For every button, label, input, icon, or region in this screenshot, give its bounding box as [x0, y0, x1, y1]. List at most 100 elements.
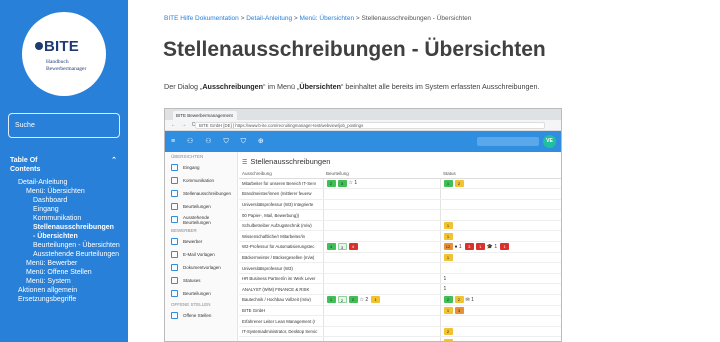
browser-tab: BITE Bewerbermanagement: [173, 111, 237, 120]
app-menu-icon: [171, 251, 178, 258]
rating-badge: 2: [337, 296, 347, 304]
col-header: Ausschreibung: [239, 170, 323, 179]
status-cell: [440, 188, 561, 200]
table-row[interactable]: ANALYST (W/M) FINANCE & RISK 1: [239, 283, 561, 296]
sidebar-item[interactable]: Beurteilungen - Übersichten: [0, 241, 128, 250]
sidebar-item[interactable]: Ersetzungsbegriffe: [0, 295, 128, 304]
app-sidebar-item-label: Beurteilungen: [183, 204, 211, 209]
app-search-box: [477, 137, 539, 146]
app-sidebar-item[interactable]: Kommunikation: [165, 174, 237, 187]
status-cell: 2 2 ✉ 1: [440, 294, 561, 306]
breadcrumb-home[interactable]: BITE Hilfe Dokumentation: [164, 15, 239, 22]
status-badge: ● 1: [454, 243, 462, 250]
app-sidebar-item[interactable]: Beurteilungen: [165, 287, 237, 300]
status-badge: 2: [443, 296, 453, 304]
sidebar-item[interactable]: Kommunikation: [0, 214, 128, 223]
status-cell: 1: [440, 336, 561, 341]
posting-name: HR Business Partner/in im Werk Lever: [239, 273, 324, 285]
table-row[interactable]: Universitätsprofessur (W3): [239, 262, 561, 274]
sidebar-item[interactable]: Menü: Bewerber: [0, 259, 128, 268]
breadcrumb-level2[interactable]: Menü: Übersichten: [300, 15, 355, 22]
status-badge: 1: [443, 179, 453, 187]
sidebar-item[interactable]: Eingang: [0, 205, 128, 214]
app-sidebar-section: ÜBERSICHTEN: [171, 154, 204, 159]
app-menu-icon: [171, 190, 178, 197]
sidebar-item[interactable]: Menü: Übersichten: [0, 187, 128, 196]
status-cell: [440, 262, 561, 274]
app-content: ☰ Stellenausschreibungen Ausschreibung Be…: [239, 152, 561, 341]
posting-name: Wissenschaftliche/r Mitarbeiter/in: [239, 230, 324, 243]
toc-caption[interactable]: Table Of Contents ⌃: [0, 156, 128, 174]
app-sidebar-item[interactable]: Stellenausschreibungen: [165, 187, 237, 200]
app-sidebar-section: OFFENE STELLEN: [171, 302, 211, 307]
app-page-title: ☰ Stellenausschreibungen: [242, 157, 330, 166]
table-row[interactable]: 00 Papier-, Mail, Bewerbung)): [239, 209, 561, 221]
app-sidebar-item[interactable]: Eingang: [165, 161, 237, 174]
logo-brand: BITE: [35, 38, 79, 55]
sidebar-item[interactable]: Dashboard: [0, 196, 128, 205]
browser-nav-icons: ← → C: [171, 122, 198, 128]
sidebar-item[interactable]: Menü: System: [0, 277, 128, 286]
app-menu-icon: [171, 177, 178, 184]
app-sidebar: ÜBERSICHTEN Eingang Kommunikation Stellenau…: [165, 152, 238, 341]
page-title: Stellenausschreibungen - Übersichten: [163, 38, 546, 61]
table-row[interactable]: Bäckermeister / Bäckergesellen (m/w) 1: [239, 252, 561, 264]
postings-table: Ausschreibung Beurteilung Status Mitarbe…: [239, 170, 561, 341]
app-sidebar-item[interactable]: E-Mail Vorlagen: [165, 248, 237, 261]
posting-name: ANALYST (W/M) FINANCE & RISK: [239, 283, 324, 296]
search-input[interactable]: Suche: [8, 113, 120, 138]
table-row[interactable]: BITE GmbH 1 3: [239, 305, 561, 317]
rating-cell: [323, 315, 441, 327]
col-header: Status: [440, 170, 561, 179]
table-row[interactable]: Mitarbeiter für unseren Bereich IT-Serv 2…: [239, 178, 561, 190]
para-text: “ im Menü „: [263, 82, 300, 91]
app-sidebar-item[interactable]: Bewerber: [165, 235, 237, 248]
app-sidebar-item[interactable]: Dokumentvorlagen: [165, 261, 237, 274]
breadcrumb-sep: >: [240, 15, 245, 22]
breadcrumb-level1[interactable]: Detail-Anleitung: [246, 15, 292, 22]
rating-cell: [323, 230, 441, 243]
sidebar-item[interactable]: Detail-Anleitung: [0, 178, 128, 187]
app-sidebar-item-label: Stellenausschreibungen: [183, 191, 232, 196]
rating-cell: [323, 326, 441, 338]
app-sidebar-item[interactable]: Ausstehende Beurteilungen: [165, 213, 237, 226]
app-sidebar-item[interactable]: Offene Stellen: [165, 309, 237, 322]
app-sidebar-item-label: Dokumentvorlagen: [183, 265, 221, 270]
table-row[interactable]: IT-Systemadministrator, Desktop Servic 2: [239, 326, 561, 338]
sidebar-item[interactable]: Ausstehende Beurteilungen: [0, 250, 128, 259]
table-row[interactable]: Erfahrener Leiter Lean Management (r: [239, 315, 561, 327]
posting-name: 00 Papier-, Mail, Bewerbung)): [239, 209, 324, 221]
rating-badge: 1: [371, 296, 381, 304]
table-row[interactable]: HR Business Partner/in im Werk Lever 1: [239, 273, 561, 285]
status-cell: [440, 209, 561, 221]
table-row[interactable]: Universitätsprofessur (W3) Integrierte: [239, 199, 561, 211]
rating-cell: [323, 262, 441, 274]
status-badge: 12: [443, 243, 453, 251]
status-badge: 1: [443, 306, 453, 314]
status-cell: 2: [440, 326, 561, 338]
app-sidebar-item[interactable]: Beurteilungen: [165, 200, 237, 213]
table-row[interactable]: Wissenschaftliche/r Mitarbeiter/in 1: [239, 230, 561, 243]
app-sidebar-item-label: Beurteilungen: [183, 291, 211, 296]
logo[interactable]: BITE Handbuch Bewerbermanager: [22, 12, 106, 96]
rating-badge: 4: [348, 243, 358, 251]
sidebar-item[interactable]: Aktionen allgemein: [0, 286, 128, 295]
table-row[interactable]: Schulbetreiber Aufzugstechnik (m/w) 1: [239, 220, 561, 232]
breadcrumb: BITE Hilfe Dokumentation > Detail-Anleit…: [164, 15, 471, 22]
table-row[interactable]: Brandmeister/innen (mittlerer feuerw: [239, 188, 561, 200]
col-header: Beurteilung: [323, 170, 440, 179]
table-row[interactable]: Bautechnik / Hochbau Vollzeit (m/w) 1 2 2 ☆ …: [239, 294, 561, 306]
chevron-up-icon[interactable]: ⌃: [111, 156, 117, 165]
status-badge: 1: [475, 243, 485, 251]
rating-cell: [323, 252, 441, 264]
table-row[interactable]: W2-Professur für Automatisierungstec 4 3 4 1…: [239, 241, 561, 253]
rating-cell: [323, 199, 441, 211]
sidebar-item[interactable]: Stellenausschreibungen - Übersichten: [0, 223, 118, 241]
posting-name: Universitätsprofessur (W3) Integrierte: [239, 199, 324, 211]
table-row[interactable]: 1: [239, 336, 561, 341]
para-bold-1: Ausschreibungen: [202, 82, 264, 91]
app-sidebar-item[interactable]: Statuses: [165, 274, 237, 287]
rating-badge: 3: [337, 243, 347, 251]
sidebar-item[interactable]: Menü: Offene Stellen: [0, 268, 128, 277]
app-sidebar-item-label: Kommunikation: [183, 178, 215, 183]
